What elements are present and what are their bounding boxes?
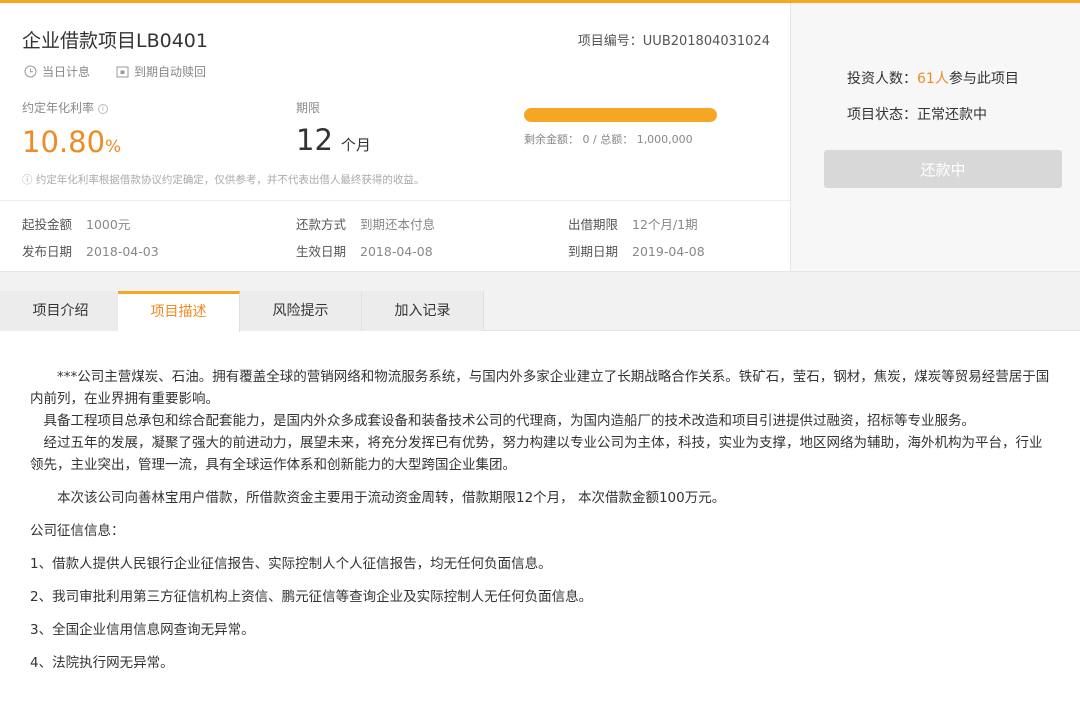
detail-value: 到期还本付息 bbox=[360, 217, 436, 232]
detail-key: 出借期限 bbox=[568, 217, 619, 232]
rate-label-text: 约定年化利率 bbox=[22, 101, 95, 115]
rate-label: 约定年化利率 i bbox=[22, 99, 109, 116]
remaining-amount: 剩余金额： 0 / 总额： 1,000,000 bbox=[524, 133, 693, 146]
rate-number: 10.80 bbox=[22, 125, 106, 159]
detail-repayment-method: 还款方式 到期还本付息 bbox=[296, 214, 435, 233]
tab-project-description[interactable]: 项目描述 bbox=[118, 291, 240, 332]
term-label: 期限 bbox=[296, 101, 321, 115]
credit-info-item: 3、全国企业信用信息网查询无异常。 bbox=[30, 622, 255, 638]
calendar-icon bbox=[116, 66, 129, 78]
detail-value: 2018-04-08 bbox=[360, 244, 433, 259]
tag-label: 到期自动赎回 bbox=[134, 65, 207, 79]
term-unit: 个月 bbox=[340, 136, 371, 154]
disclaimer-text: 约定年化利率根据借款协议约定确定，仅供参考，并不代表出借人最终获得的收益。 bbox=[35, 174, 425, 186]
tag-auto-redeem: 到期自动赎回 bbox=[116, 63, 206, 80]
tab-project-intro[interactable]: 项目介绍 bbox=[0, 291, 122, 331]
description-paragraph: 经过五年的发展，凝聚了强大的前进动力，展望未来，将充分发挥已有优势，努力构建以专… bbox=[30, 435, 1043, 473]
info-icon[interactable]: i bbox=[98, 104, 109, 114]
description-paragraph: 具备工程项目总承包和综合配套能力，是国内外众多成套设备和装备技术公司的代理商，为… bbox=[30, 413, 975, 429]
progress-fill bbox=[524, 108, 717, 122]
detail-key: 生效日期 bbox=[296, 244, 347, 259]
project-number-label: 项目编号： bbox=[577, 34, 643, 49]
project-status: 项目状态：正常还款中 bbox=[847, 104, 987, 124]
project-status-label: 项目状态： bbox=[847, 107, 917, 123]
detail-value: 2019-04-08 bbox=[632, 244, 705, 259]
investor-count: 投资人数：61人参与此项目 bbox=[847, 68, 1019, 88]
detail-key: 发布日期 bbox=[22, 244, 73, 259]
project-summary-panel: 企业借款项目LB0401 项目编号：UUB201804031024 当日计息 到… bbox=[0, 3, 790, 271]
term-number: 12 bbox=[296, 123, 333, 157]
credit-info-heading: 公司征信信息： bbox=[30, 523, 125, 539]
funding-progress-bar bbox=[524, 108, 717, 122]
project-status-panel bbox=[790, 3, 1080, 271]
tag-label: 当日计息 bbox=[42, 65, 91, 79]
investor-count-value: 61人 bbox=[917, 71, 949, 87]
divider bbox=[0, 200, 790, 201]
detail-value: 2018-04-03 bbox=[86, 244, 159, 259]
term-value: 12 个月 bbox=[296, 123, 371, 157]
detail-key: 起投金额 bbox=[22, 217, 73, 232]
clock-icon bbox=[24, 65, 37, 78]
description-paragraph: 本次该公司向善林宝用户借款，所借款资金主要用于流动资金周转，借款期限12个月， … bbox=[30, 490, 726, 506]
project-number: 项目编号：UUB201804031024 bbox=[578, 30, 770, 49]
rate-unit: % bbox=[105, 137, 122, 157]
detail-lending-term: 出借期限 12个月/1期 bbox=[568, 214, 698, 233]
tab-risk-warning[interactable]: 风险提示 bbox=[240, 291, 362, 331]
feature-tags: 当日计息 到期自动赎回 bbox=[24, 63, 232, 80]
project-number-value: UUB201804031024 bbox=[642, 34, 770, 49]
detail-publish-date: 发布日期 2018-04-03 bbox=[22, 241, 159, 260]
investor-count-label: 投资人数： bbox=[847, 71, 917, 87]
rate-value: 10.80% bbox=[22, 125, 121, 159]
detail-value: 1000元 bbox=[86, 217, 131, 232]
detail-key: 还款方式 bbox=[296, 217, 347, 232]
project-description-content: ***公司主营煤炭、石油。拥有覆盖全球的营销网络和物流服务系统，与国内外多家企业… bbox=[30, 366, 1050, 674]
tag-same-day-interest: 当日计息 bbox=[24, 63, 90, 80]
project-status-value: 正常还款中 bbox=[917, 107, 987, 123]
detail-key: 到期日期 bbox=[568, 244, 619, 259]
detail-min-investment: 起投金额 1000元 bbox=[22, 214, 130, 233]
info-icon: ⓘ bbox=[22, 174, 36, 186]
credit-info-item: 1、借款人提供人民银行企业征信报告、实际控制人个人征信报告，均无任何负面信息。 bbox=[30, 556, 552, 572]
project-title: 企业借款项目LB0401 bbox=[22, 30, 208, 52]
description-paragraph: ***公司主营煤炭、石油。拥有覆盖全球的营销网络和物流服务系统，与国内外多家企业… bbox=[30, 369, 1050, 407]
detail-value: 12个月/1期 bbox=[632, 217, 698, 232]
repaying-button[interactable]: 还款中 bbox=[824, 150, 1062, 188]
credit-info-item: 2、我司审批利用第三方征信机构上资信、鹏元征信等查询企业及实际控制人无任何负面信… bbox=[30, 589, 593, 605]
rate-disclaimer: ⓘ 约定年化利率根据借款协议约定确定，仅供参考，并不代表出借人最终获得的收益。 bbox=[22, 172, 424, 187]
detail-maturity-date: 到期日期 2019-04-08 bbox=[568, 241, 705, 260]
credit-info-item: 4、法院执行网无异常。 bbox=[30, 655, 174, 671]
detail-effective-date: 生效日期 2018-04-08 bbox=[296, 241, 433, 260]
investor-count-suffix: 参与此项目 bbox=[948, 71, 1019, 87]
tab-join-records[interactable]: 加入记录 bbox=[362, 291, 484, 331]
